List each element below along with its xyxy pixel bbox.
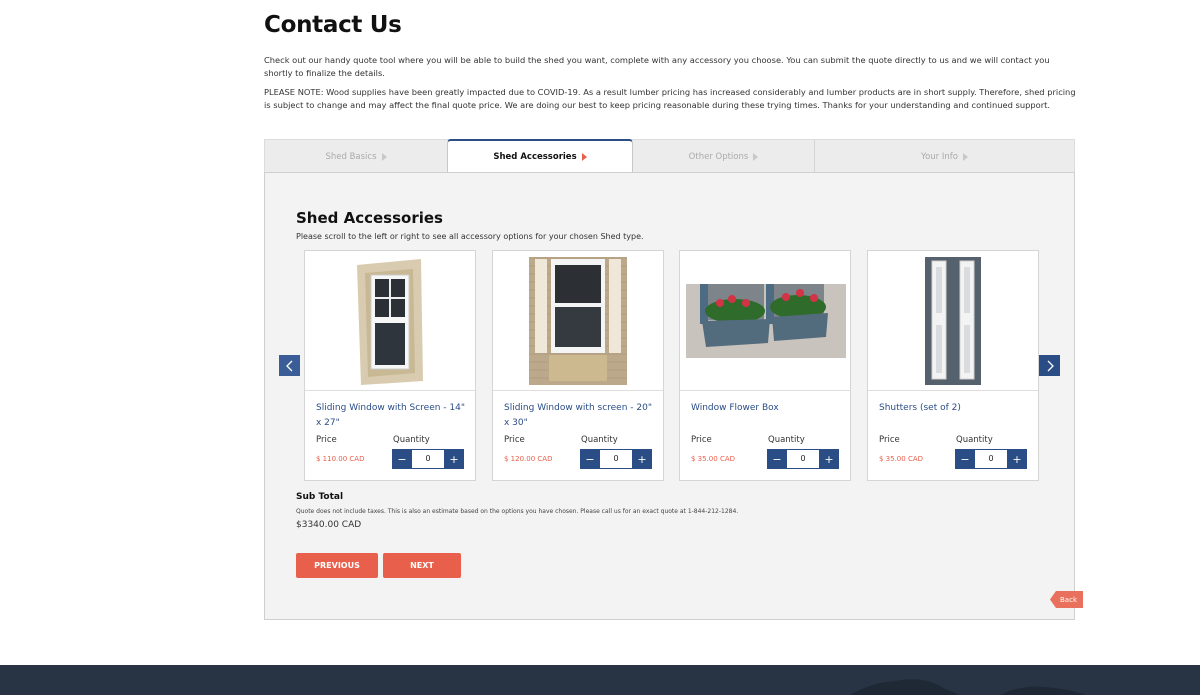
site-footer xyxy=(0,665,1200,695)
covid-notice: PLEASE NOTE: Wood supplies have been gre… xyxy=(264,87,1076,110)
price-label: Price xyxy=(691,435,712,445)
product-card: Shutters (set of 2) Price Quantity $ 35.… xyxy=(867,250,1039,481)
increment-button[interactable]: + xyxy=(444,449,464,469)
price-label: Price xyxy=(879,435,900,445)
tab-label: Shed Basics xyxy=(325,151,377,162)
next-button[interactable]: NEXT xyxy=(383,553,461,578)
increment-button[interactable]: + xyxy=(819,449,839,469)
quantity-label: Quantity xyxy=(768,435,805,445)
intro-text: Check out our handy quote tool where you… xyxy=(264,55,1050,78)
product-price: $ 35.00 CAD xyxy=(879,455,924,463)
quote-steps-tabs: Shed Basics Shed Accessories Other Optio… xyxy=(264,139,1075,173)
quantity-input[interactable]: 0 xyxy=(975,449,1007,469)
quantity-stepper: − 0 + xyxy=(955,449,1027,469)
product-name-link[interactable]: Sliding Window with Screen - 14" x 27" xyxy=(316,401,466,430)
product-price: $ 120.00 CAD xyxy=(504,455,553,463)
quantity-stepper: − 0 + xyxy=(580,449,652,469)
price-label: Price xyxy=(316,435,337,445)
chevron-right-icon xyxy=(1047,360,1054,371)
tab-other-options[interactable]: Other Options xyxy=(633,140,814,173)
product-price: $ 35.00 CAD xyxy=(691,455,736,463)
sliding-window-image[interactable] xyxy=(493,251,663,391)
chevron-right-icon xyxy=(381,152,387,161)
sliding-window-image[interactable] xyxy=(305,251,475,391)
chevron-left-icon xyxy=(285,360,292,371)
decrement-button[interactable]: − xyxy=(767,449,787,469)
subtotal-title: Sub Total xyxy=(296,492,344,502)
quantity-label: Quantity xyxy=(956,435,993,445)
increment-button[interactable]: + xyxy=(1007,449,1027,469)
footer-decoration xyxy=(850,679,1085,695)
tab-label: Other Options xyxy=(688,151,749,162)
product-price: $ 110.00 CAD xyxy=(316,455,365,463)
decrement-button[interactable]: − xyxy=(392,449,412,469)
quantity-input[interactable]: 0 xyxy=(787,449,819,469)
page-title: Contact Us xyxy=(264,12,402,38)
quantity-stepper: − 0 + xyxy=(767,449,839,469)
section-subtitle: Please scroll to the left or right to se… xyxy=(296,232,644,241)
decrement-button[interactable]: − xyxy=(955,449,975,469)
previous-button[interactable]: PREVIOUS xyxy=(296,553,378,578)
chevron-right-icon xyxy=(753,152,759,161)
quantity-input[interactable]: 0 xyxy=(600,449,632,469)
back-button[interactable]: Back xyxy=(1050,591,1083,608)
product-card: Sliding Window with Screen - 14" x 27" P… xyxy=(304,250,476,481)
subtotal-value: $3340.00 CAD xyxy=(296,520,362,530)
quantity-label: Quantity xyxy=(393,435,430,445)
product-name-link[interactable]: Shutters (set of 2) xyxy=(879,401,1029,416)
product-card: Sliding Window with screen - 20" x 30" P… xyxy=(492,250,664,481)
subtotal-note: Quote does not include taxes. This is al… xyxy=(296,508,739,515)
tab-label: Shed Accessories xyxy=(493,152,577,162)
product-name-link[interactable]: Window Flower Box xyxy=(691,401,841,416)
tab-shed-accessories[interactable]: Shed Accessories xyxy=(447,139,633,173)
chevron-right-icon xyxy=(581,153,587,161)
carousel-prev-button[interactable] xyxy=(279,355,300,376)
decrement-button[interactable]: − xyxy=(580,449,600,469)
tab-shed-basics[interactable]: Shed Basics xyxy=(265,140,447,173)
section-title: Shed Accessories xyxy=(296,209,443,227)
tab-your-info[interactable]: Your Info xyxy=(815,140,1074,173)
product-name-link[interactable]: Sliding Window with screen - 20" x 30" xyxy=(504,401,654,430)
tab-label: Your Info xyxy=(921,151,958,162)
quantity-label: Quantity xyxy=(581,435,618,445)
carousel-next-button[interactable] xyxy=(1039,355,1060,376)
price-label: Price xyxy=(504,435,525,445)
shutters-image[interactable] xyxy=(868,251,1038,391)
chevron-right-icon xyxy=(962,152,968,161)
quantity-input[interactable]: 0 xyxy=(412,449,444,469)
increment-button[interactable]: + xyxy=(632,449,652,469)
product-card: Window Flower Box Price Quantity $ 35.00… xyxy=(679,250,851,481)
flower-box-image[interactable] xyxy=(680,251,850,391)
quantity-stepper: − 0 + xyxy=(392,449,464,469)
